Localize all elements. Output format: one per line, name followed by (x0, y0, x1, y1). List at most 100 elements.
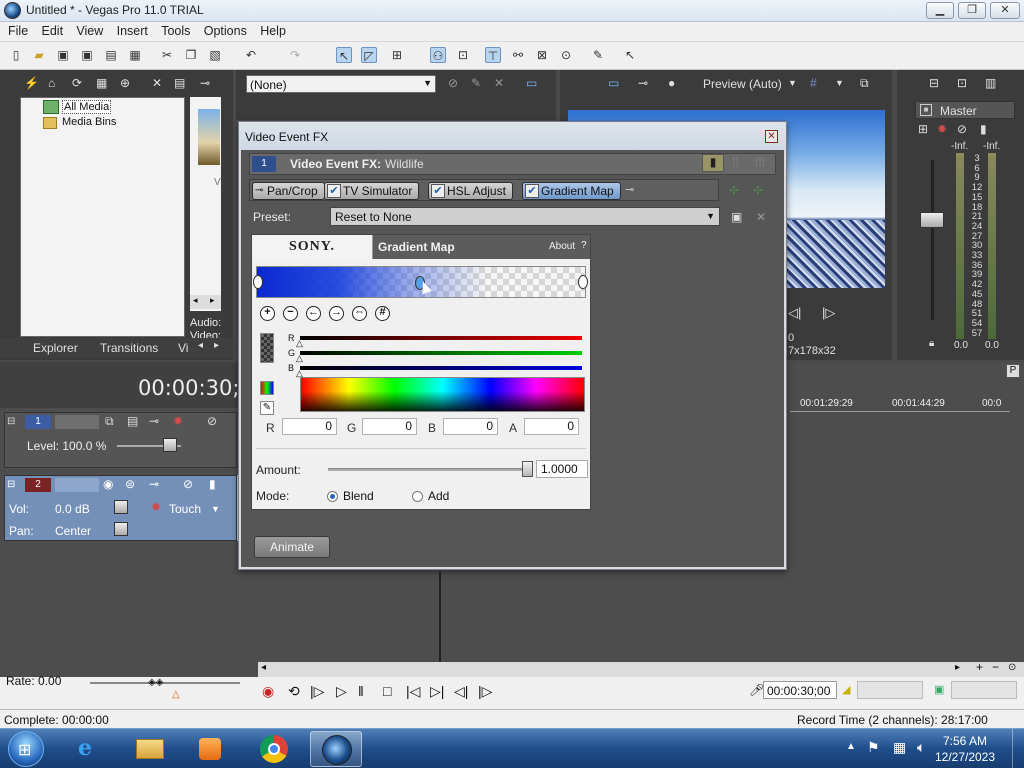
stop-icon[interactable]: □ (383, 683, 391, 699)
vol-slider-handle[interactable] (114, 500, 128, 514)
taskbar-media-player[interactable] (184, 731, 236, 767)
track-solo-icon[interactable]: ▮ (209, 477, 216, 491)
track-fx-gear-icon[interactable]: ✹ (173, 414, 183, 428)
preview-props-icon[interactable]: ⊸ (638, 76, 648, 90)
b-slider[interactable] (300, 366, 582, 370)
select-tool-icon[interactable]: ⊠ (534, 47, 550, 63)
track-record-arm-icon[interactable]: ◉ (103, 477, 113, 491)
amount-slider-handle[interactable] (522, 461, 533, 477)
close-button[interactable]: ✕ (990, 2, 1020, 19)
hscroll-left-icon[interactable]: ◂ (261, 662, 266, 673)
hscroll-right-icon[interactable]: ▸ (955, 662, 960, 673)
help-link[interactable]: ? (581, 240, 587, 251)
prev-frame-icon[interactable]: ◁| (788, 305, 801, 321)
chain-item-hsl-adjust[interactable]: ✔ HSL Adjust (428, 182, 513, 200)
normal-edit-tool-icon[interactable]: ↖ (336, 47, 352, 63)
chain-item-gradient-map[interactable]: ✔ Gradient Map (522, 182, 621, 200)
trimmer-preview-icon[interactable]: ▭ (526, 76, 537, 90)
paste-icon[interactable]: ▧ (207, 47, 223, 63)
go-to-start-icon[interactable]: |◁ (406, 683, 420, 700)
zoom-tool-icon[interactable]: ⊙ (1008, 662, 1016, 673)
timeline-hscroll[interactable]: ◂ ▸ + − ⊙ (258, 660, 1024, 677)
import-icon[interactable]: ▤ (174, 76, 185, 90)
enable-snapping-icon[interactable]: ⊞ (389, 47, 405, 63)
tab-video-fx[interactable]: Vi (178, 341, 188, 355)
ignore-grouping-icon[interactable]: ⚯ (510, 47, 526, 63)
marker-p-icon[interactable]: P (1006, 364, 1020, 378)
color-palette-icon[interactable] (260, 381, 274, 395)
master-mute-icon[interactable]: ⊘ (957, 122, 967, 136)
track-mute-icon[interactable]: ⊘ (207, 414, 217, 428)
a-field[interactable]: 0 (524, 418, 579, 435)
remove-plugin-icon[interactable]: ⊹ (753, 183, 763, 197)
properties-icon[interactable]: ▦ (127, 47, 143, 63)
search-icon[interactable]: ⊕ (120, 76, 130, 90)
prev-frame-transport-icon[interactable]: ◁| (454, 683, 468, 700)
menu-tools[interactable]: Tools (156, 22, 195, 40)
pan-slider-handle[interactable] (114, 522, 128, 536)
save-as-icon[interactable]: ▣ (79, 47, 95, 63)
chain-item-pan-crop[interactable]: ⊸ Pan/Crop (252, 182, 325, 200)
render-as-icon[interactable]: ▤ (103, 47, 119, 63)
cut-icon[interactable]: ✂ (159, 47, 175, 63)
automation-mode-select[interactable]: Touch (169, 502, 201, 516)
g-slider-thumb[interactable]: △ (296, 353, 303, 364)
tray-network-icon[interactable]: ▦ (893, 739, 906, 756)
zoom-out-icon[interactable]: − (992, 660, 999, 674)
track-name-field-2[interactable] (55, 478, 99, 492)
track-composite-icon[interactable]: ▤ (127, 414, 138, 428)
rate-slider-handle[interactable]: ◈◈ (148, 677, 163, 688)
track-name-field-1[interactable] (55, 415, 99, 429)
move-stop-right-icon[interactable]: → (329, 306, 344, 321)
overlays-chevron-icon[interactable]: ▼ (835, 78, 844, 88)
delete-preset-icon[interactable]: ✕ (756, 210, 766, 224)
tab-next-icon[interactable]: ▸ (214, 340, 219, 351)
master-fader-handle[interactable] (920, 212, 944, 228)
track-audio-fx-icon[interactable]: ⊸ (149, 477, 159, 491)
loop-icon[interactable]: ⟲ (288, 683, 300, 700)
copy-snapshot-icon[interactable]: ⧉ (860, 76, 869, 91)
envelope-tool-icon[interactable]: ◸ (361, 47, 377, 63)
tray-volume-icon[interactable]: 🔈︎ (917, 739, 925, 756)
master-downmix-icon[interactable]: ▥ (985, 76, 996, 90)
r-slider-thumb[interactable]: △ (296, 338, 303, 349)
move-stop-left-icon[interactable]: ← (306, 306, 321, 321)
go-to-end-icon[interactable]: ▷| (430, 683, 444, 700)
mode-add-radio[interactable] (412, 491, 423, 502)
track-motion-icon[interactable]: ⧉ (105, 414, 114, 429)
track-expand-icon-2[interactable]: ⊟ (7, 479, 15, 490)
menu-file[interactable]: File (3, 22, 33, 40)
tab-prev-icon[interactable]: ◂ (198, 340, 203, 351)
time-ruler[interactable]: 00:01:29:29 00:01:44:29 00:0 (790, 392, 1010, 412)
tray-expand-icon[interactable]: ▲ (846, 741, 856, 752)
next-frame-icon[interactable]: |▷ (822, 305, 835, 321)
chain-view-icon[interactable]: ▮ (702, 154, 724, 172)
b-field[interactable]: 0 (443, 418, 498, 435)
auto-ripple-icon[interactable]: ⚇ (430, 47, 446, 63)
tray-action-center-icon[interactable]: ⚑ (867, 739, 880, 756)
preview-mode-select[interactable]: Preview (Auto) (703, 77, 782, 91)
whats-this-icon[interactable]: ↖ (622, 47, 638, 63)
level-slider-handle[interactable] (163, 438, 177, 452)
save-icon[interactable]: ▣ (55, 47, 71, 63)
open-folder-icon[interactable]: ▰ (31, 47, 47, 63)
cursor-time-field[interactable]: 00:00:30;00 (763, 681, 837, 699)
taskbar-internet-explorer[interactable]: e (64, 731, 116, 767)
chain-item-tv-simulator[interactable]: ✔ TV Simulator (324, 182, 420, 200)
master-lock-icon[interactable]: 🔒︎ (929, 338, 934, 349)
snapping-icon[interactable]: ⊤ (485, 47, 501, 63)
add-plugin-icon[interactable]: ⊹ (729, 183, 739, 197)
menu-help[interactable]: Help (255, 22, 291, 40)
track-expand-icon[interactable]: ⊟ (7, 416, 15, 427)
preview-fx-icon[interactable]: ● (668, 76, 675, 90)
trimmer-media-select[interactable]: (None) ▼ (246, 75, 436, 93)
list-view-icon[interactable]: ⁞⁞⁞ (755, 155, 765, 169)
color-spectrum[interactable] (300, 377, 585, 412)
folder-up-icon[interactable]: ⌂ (48, 76, 55, 90)
play-from-start-icon[interactable]: |▷ (310, 683, 324, 700)
tree-item-all-media[interactable]: All Media (62, 100, 112, 114)
trimmer-icon-a[interactable]: ⊘ (448, 76, 458, 90)
track-invert-phase-icon[interactable]: ⊜ (125, 477, 135, 491)
view-icon[interactable]: ▦ (96, 76, 107, 90)
taskbar-chrome[interactable] (248, 731, 300, 767)
